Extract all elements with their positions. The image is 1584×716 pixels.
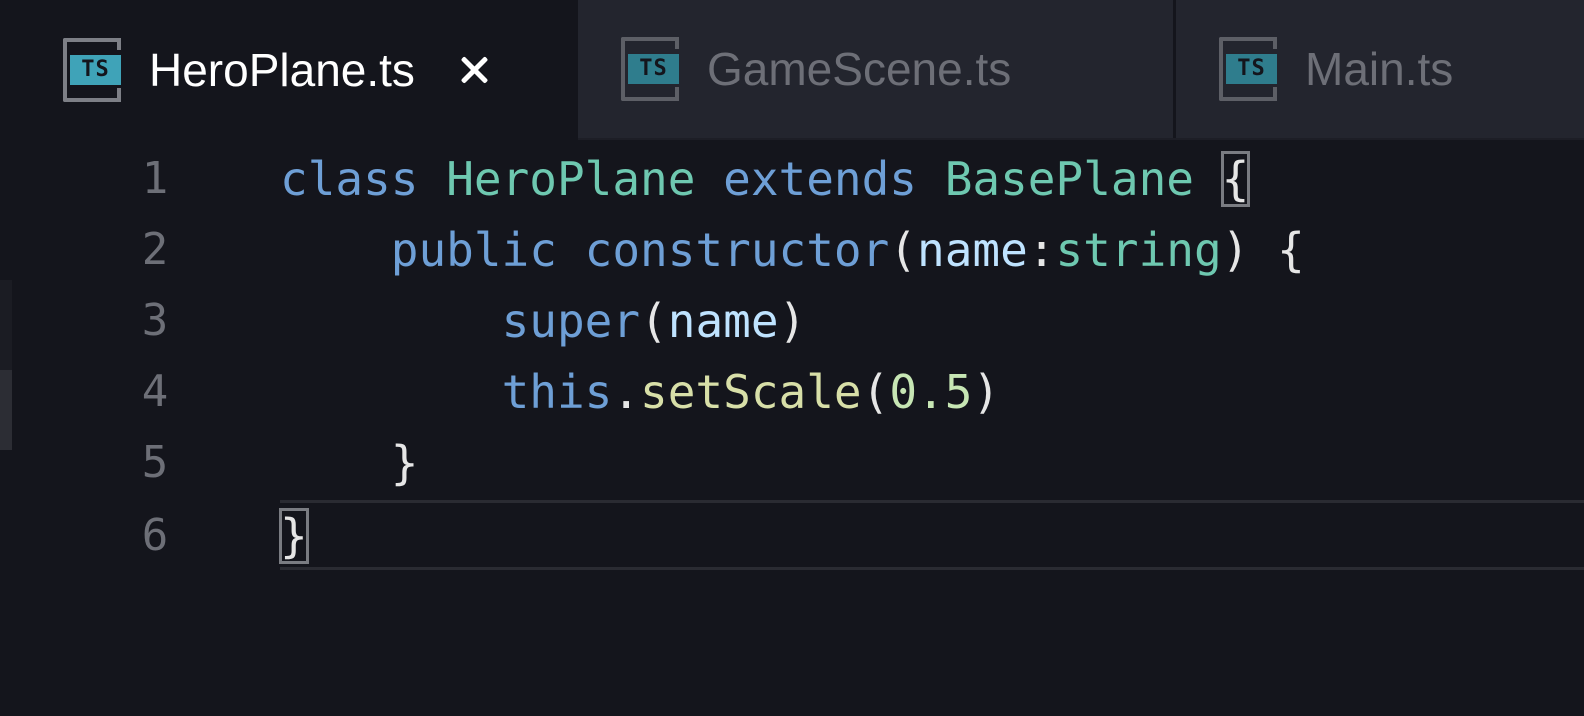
- code-line[interactable]: 4 this.setScale(0.5): [0, 356, 1584, 427]
- close-icon[interactable]: [455, 51, 493, 89]
- tab-gamescene[interactable]: TS GameScene.ts: [578, 0, 1176, 138]
- typescript-file-icon: TS: [1219, 37, 1277, 101]
- code-line[interactable]: 2 public constructor(name:string) {: [0, 214, 1584, 285]
- matching-bracket: {: [1220, 150, 1251, 207]
- code-text[interactable]: }: [280, 436, 419, 490]
- matching-bracket: }: [279, 507, 309, 564]
- line-number: 5: [141, 437, 169, 488]
- code-line-current[interactable]: 6 }: [0, 500, 1584, 571]
- code-line[interactable]: 1 class HeroPlane extends BasePlane {: [0, 143, 1584, 214]
- tab-main[interactable]: TS Main.ts: [1176, 0, 1584, 138]
- code-text[interactable]: public constructor(name:string) {: [280, 223, 1305, 277]
- line-number: 4: [141, 366, 169, 417]
- typescript-file-icon: TS: [621, 37, 679, 101]
- code-text[interactable]: }: [279, 507, 309, 564]
- line-number: 6: [141, 510, 169, 561]
- code-line[interactable]: 5 }: [0, 427, 1584, 498]
- tab-label: GameScene.ts: [707, 43, 1012, 95]
- line-number: 3: [141, 295, 169, 346]
- tab-label: Main.ts: [1305, 43, 1454, 95]
- code-text[interactable]: super(name): [280, 294, 807, 348]
- tab-label: HeroPlane.ts: [149, 44, 415, 96]
- line-number: 2: [141, 224, 169, 275]
- code-editor[interactable]: 1 class HeroPlane extends BasePlane { 2 …: [0, 140, 1584, 716]
- code-line[interactable]: 3 super(name): [0, 285, 1584, 356]
- code-text[interactable]: this.setScale(0.5): [280, 365, 1001, 419]
- editor-tab-bar: TS HeroPlane.ts TS GameScene.ts TS Main.…: [0, 0, 1584, 140]
- typescript-file-icon: TS: [63, 38, 121, 102]
- code-text[interactable]: class HeroPlane extends BasePlane {: [280, 150, 1251, 207]
- tab-heroplane[interactable]: TS HeroPlane.ts: [0, 0, 578, 140]
- line-number: 1: [141, 153, 169, 204]
